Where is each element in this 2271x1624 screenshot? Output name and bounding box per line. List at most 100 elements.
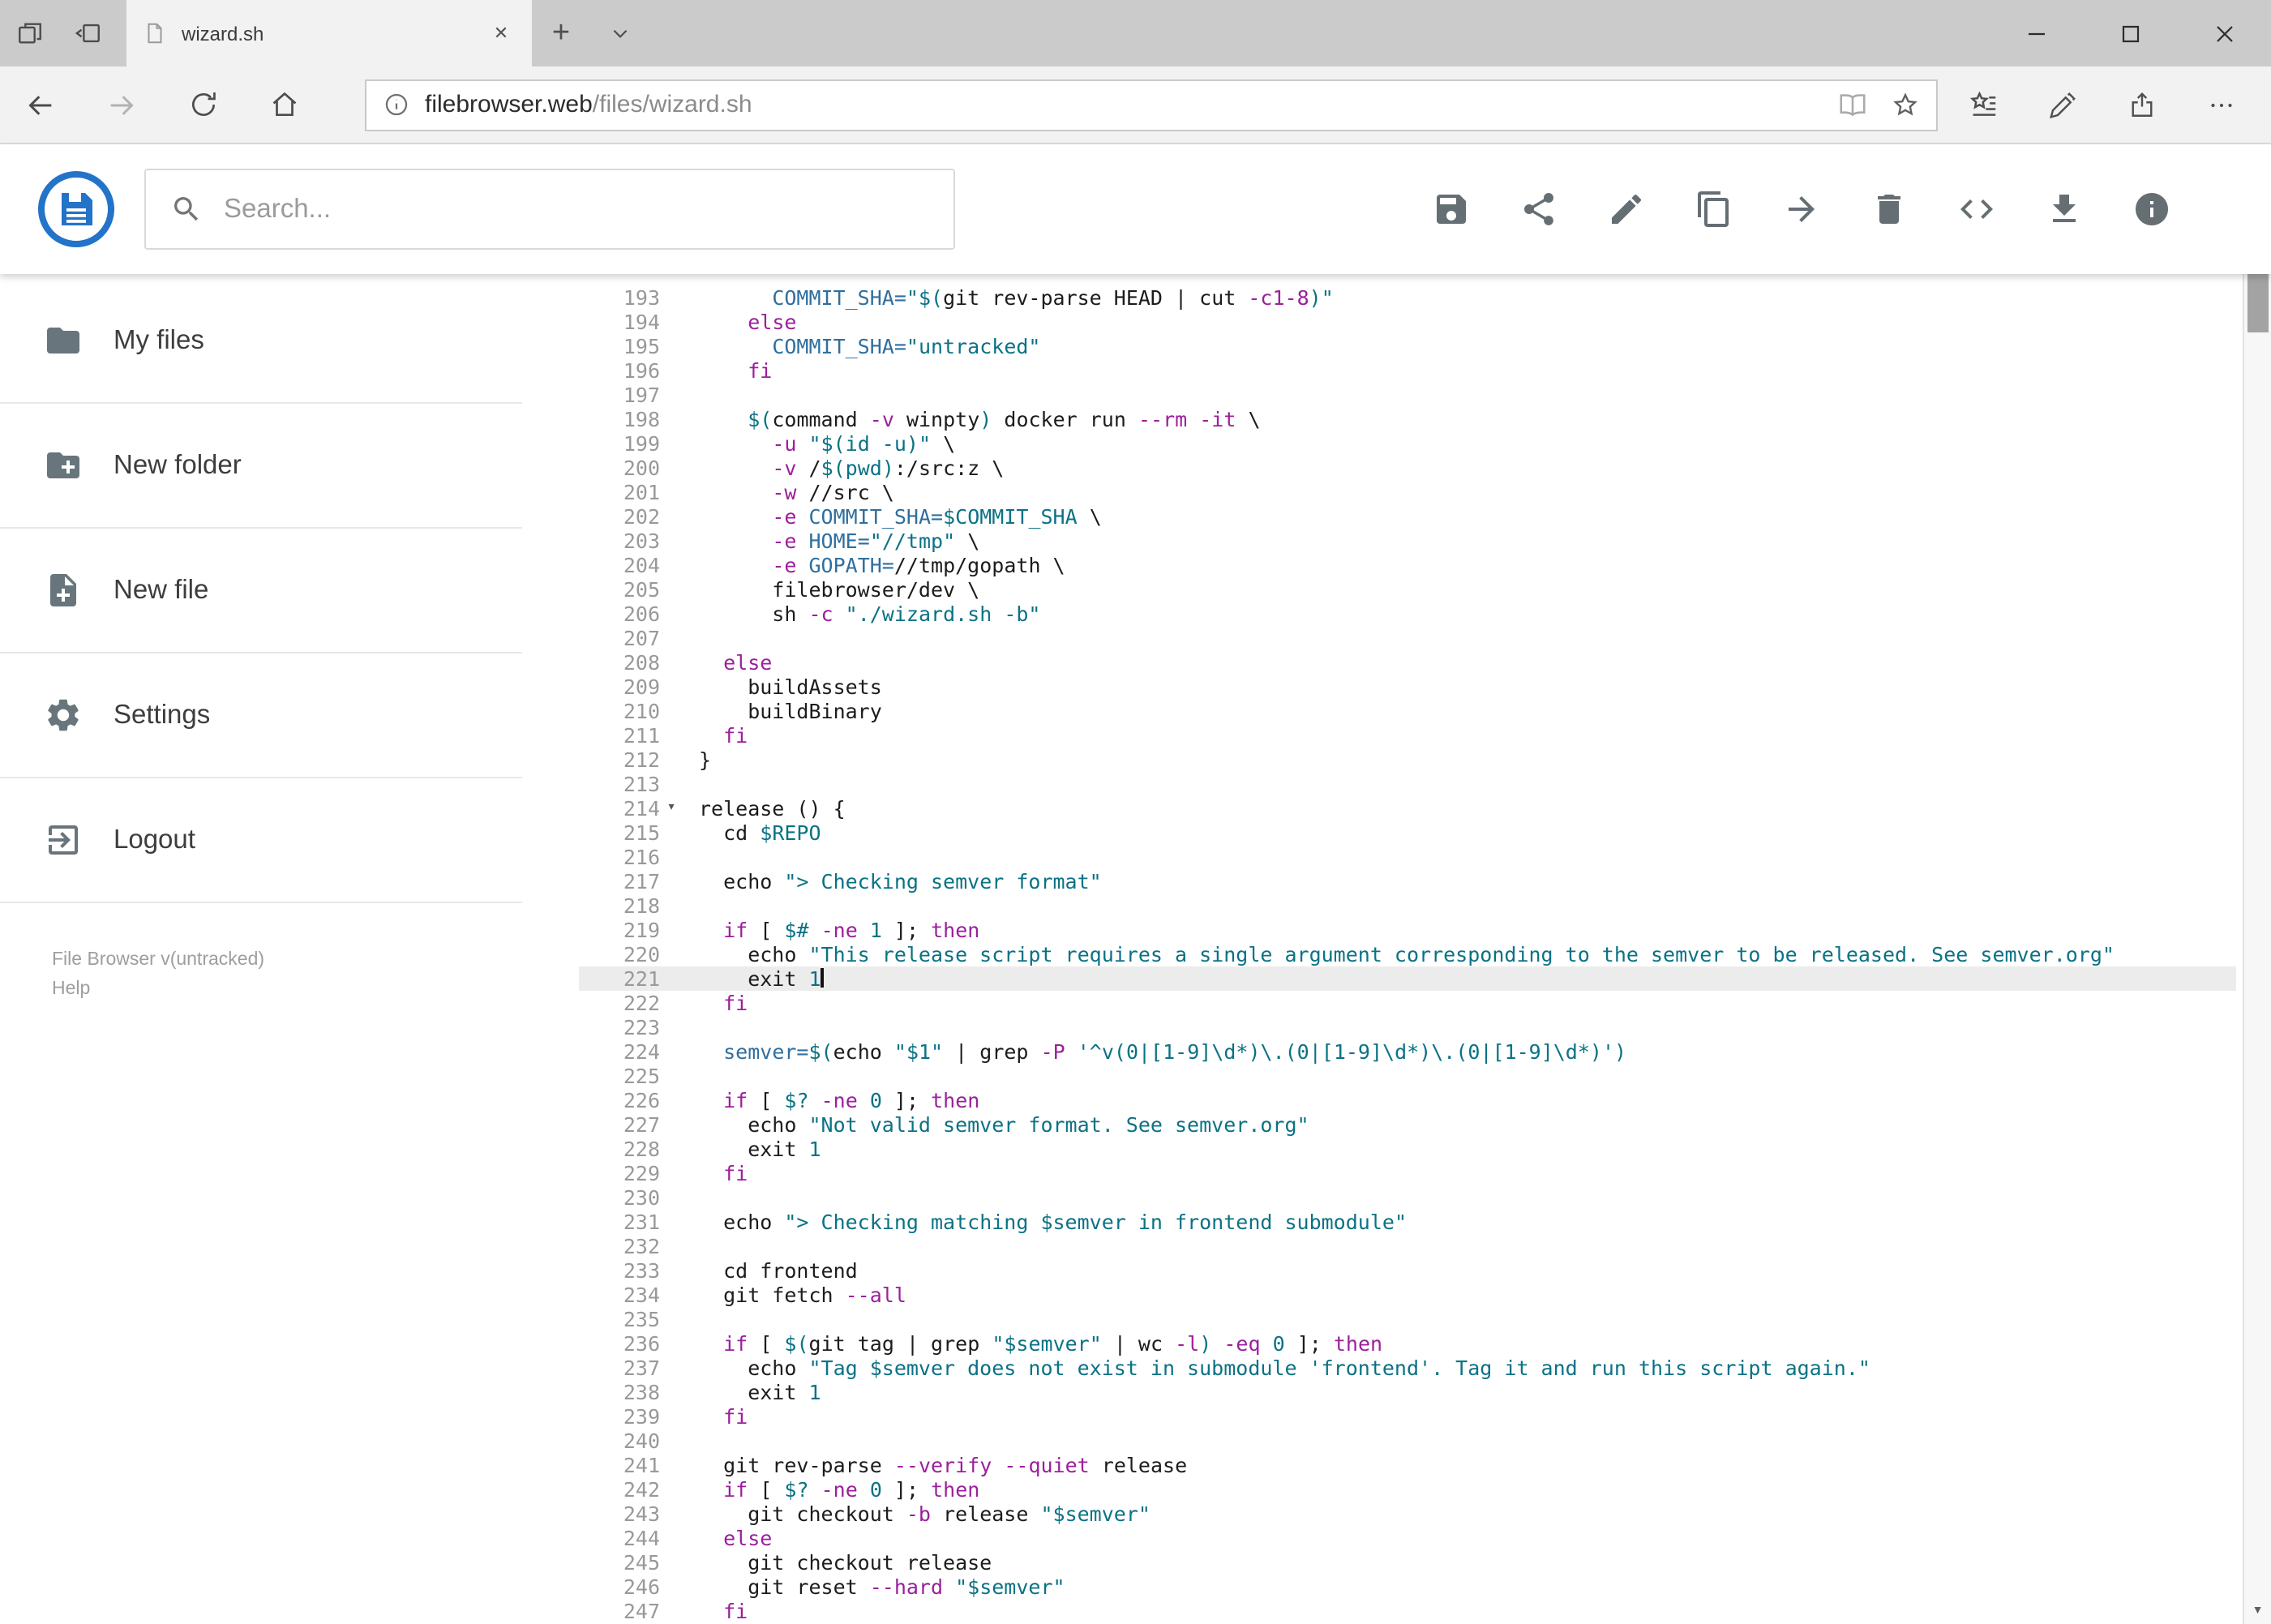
code-line[interactable]: 226 if [ $? -ne 0 ]; then xyxy=(579,1088,2235,1112)
share-button[interactable] xyxy=(2102,66,2182,144)
code-text: -e COMMIT_SHA=$COMMIT_SHA \ xyxy=(772,504,1102,529)
code-line[interactable]: 207 xyxy=(579,626,2235,650)
code-line[interactable]: 229 fi xyxy=(579,1161,2235,1185)
tab-close-icon[interactable]: ✕ xyxy=(486,23,516,44)
search-input[interactable] xyxy=(224,194,929,225)
code-line[interactable]: 231 echo "> Checking matching $semver in… xyxy=(579,1210,2235,1234)
code-line[interactable]: 241 git rev-parse --verify --quiet relea… xyxy=(579,1453,2235,1477)
code-line[interactable]: 221 exit 1 xyxy=(579,966,2235,991)
code-line[interactable]: 227 echo "Not valid semver format. See s… xyxy=(579,1112,2235,1137)
code-line[interactable]: 240 xyxy=(579,1429,2235,1453)
raw-code-button[interactable] xyxy=(1932,144,2020,274)
copy-button[interactable] xyxy=(1669,144,1757,274)
code-line[interactable]: 205 filebrowser/dev \ xyxy=(579,577,2235,602)
code-line[interactable]: 239 fi xyxy=(579,1404,2235,1429)
code-line[interactable]: 195 COMMIT_SHA="untracked" xyxy=(579,334,2235,358)
code-line[interactable]: 246 git reset --hard "$semver" xyxy=(579,1575,2235,1599)
home-button[interactable] xyxy=(243,66,324,144)
forward-button[interactable] xyxy=(81,66,162,144)
code-line[interactable]: 209 buildAssets xyxy=(579,675,2235,699)
code-line[interactable]: 201 -w //src \ xyxy=(579,480,2235,504)
code-line[interactable]: 219 if [ $# -ne 1 ]; then xyxy=(579,918,2235,942)
code-line[interactable]: 194 else xyxy=(579,310,2235,334)
code-line[interactable]: 218 xyxy=(579,893,2235,918)
hub-button[interactable] xyxy=(1943,66,2023,144)
favorite-star-icon[interactable] xyxy=(1891,90,1920,119)
edit-button[interactable] xyxy=(1582,144,1669,274)
reading-view-icon[interactable] xyxy=(1837,89,1868,120)
code-line[interactable]: 233 cd frontend xyxy=(579,1258,2235,1283)
code-line[interactable]: 232 xyxy=(579,1234,2235,1258)
code-line[interactable]: 230 xyxy=(579,1185,2235,1210)
back-button[interactable] xyxy=(0,66,81,144)
download-button[interactable] xyxy=(2020,144,2107,274)
delete-button[interactable] xyxy=(1845,144,1932,274)
maximize-button[interactable] xyxy=(2083,0,2177,66)
vertical-scrollbar[interactable]: ▲ ▼ xyxy=(2243,144,2271,1624)
fold-arrow-icon[interactable]: ▾ xyxy=(660,796,683,821)
browser-tab[interactable]: wizard.sh ✕ xyxy=(126,0,532,66)
refresh-button[interactable] xyxy=(162,66,243,144)
sidebar-item-my-files[interactable]: My files xyxy=(0,279,522,404)
code-line[interactable]: 212} xyxy=(579,748,2235,772)
code-line[interactable]: 213 xyxy=(579,772,2235,796)
code-line[interactable]: 235 xyxy=(579,1307,2235,1331)
sidebar-item-new-folder[interactable]: New folder xyxy=(0,404,522,529)
code-line[interactable]: 247 fi xyxy=(579,1599,2235,1623)
code-line[interactable]: 224 semver=$(echo "$1" | grep -P '^v(0|[… xyxy=(579,1039,2235,1064)
code-line[interactable]: 198 $(command -v winpty) docker run --rm… xyxy=(579,407,2235,431)
code-line[interactable]: 222 fi xyxy=(579,991,2235,1015)
filebrowser-logo[interactable] xyxy=(37,170,115,248)
search-box[interactable] xyxy=(144,169,955,250)
scroll-down-icon[interactable]: ▼ xyxy=(2244,1596,2271,1624)
code-line[interactable]: 199 -u "$(id -u)" \ xyxy=(579,431,2235,456)
tab-list-chevron-button[interactable] xyxy=(590,0,649,66)
save-button[interactable] xyxy=(1407,144,1494,274)
code-line[interactable]: 216 xyxy=(579,845,2235,869)
code-line[interactable]: 202 -e COMMIT_SHA=$COMMIT_SHA \ xyxy=(579,504,2235,529)
code-line[interactable]: 234 git fetch --all xyxy=(579,1283,2235,1307)
code-line[interactable]: 203 -e HOME="//tmp" \ xyxy=(579,529,2235,553)
move-button[interactable] xyxy=(1757,144,1845,274)
close-button[interactable] xyxy=(2177,0,2271,66)
code-line[interactable]: 223 xyxy=(579,1015,2235,1039)
code-line[interactable]: 236 if [ $(git tag | grep "$semver" | wc… xyxy=(579,1331,2235,1356)
code-line[interactable]: 244 else xyxy=(579,1526,2235,1550)
code-line[interactable]: 228 exit 1 xyxy=(579,1137,2235,1161)
code-line[interactable]: 238 exit 1 xyxy=(579,1380,2235,1404)
sidebar-item-new-file[interactable]: New file xyxy=(0,529,522,653)
code-line[interactable]: 204 -e GOPATH=//tmp/gopath \ xyxy=(579,553,2235,577)
code-line[interactable]: 211 fi xyxy=(579,723,2235,748)
share-file-button[interactable] xyxy=(1494,144,1582,274)
code-line[interactable]: 210 buildBinary xyxy=(579,699,2235,723)
code-line[interactable]: 242 if [ $? -ne 0 ]; then xyxy=(579,1477,2235,1502)
sidebar-item-logout[interactable]: Logout xyxy=(0,778,522,903)
code-line[interactable]: 237 echo "Tag $semver does not exist in … xyxy=(579,1356,2235,1380)
sidebar-item-settings[interactable]: Settings xyxy=(0,653,522,778)
site-info-icon[interactable] xyxy=(383,91,410,118)
code-line[interactable]: 206 sh -c "./wizard.sh -b" xyxy=(579,602,2235,626)
code-line[interactable]: 197 xyxy=(579,383,2235,407)
code-line[interactable]: 214 ▾ release () { xyxy=(579,796,2235,821)
code-line[interactable]: 208 else xyxy=(579,650,2235,675)
info-button[interactable] xyxy=(2107,144,2195,274)
code-line[interactable]: 243 git checkout -b release "$semver" xyxy=(579,1502,2235,1526)
code-line[interactable]: 217 echo "> Checking semver format" xyxy=(579,869,2235,893)
code-line[interactable]: 193 COMMIT_SHA="$(git rev-parse HEAD | c… xyxy=(579,285,2235,310)
tabs-aside-list-button[interactable] xyxy=(0,0,58,66)
code-line[interactable]: 225 xyxy=(579,1064,2235,1088)
help-link[interactable]: Help xyxy=(52,975,522,1005)
code-line[interactable]: 215 cd $REPO xyxy=(579,821,2235,845)
web-note-button[interactable] xyxy=(2023,66,2102,144)
code-line[interactable]: 200 -v /$(pwd):/src:z \ xyxy=(579,456,2235,480)
code-editor[interactable]: 193 COMMIT_SHA="$(git rev-parse HEAD | c… xyxy=(579,274,2235,1624)
line-number: 245 xyxy=(623,1550,660,1575)
minimize-button[interactable] xyxy=(1989,0,2083,66)
code-line[interactable]: 245 git checkout release xyxy=(579,1550,2235,1575)
new-tab-button[interactable]: + xyxy=(532,0,590,66)
address-bar[interactable]: filebrowser.web/files/wizard.sh xyxy=(365,79,1938,131)
more-button[interactable] xyxy=(2182,66,2261,144)
code-line[interactable]: 196 fi xyxy=(579,358,2235,383)
code-line[interactable]: 220 echo "This release script requires a… xyxy=(579,942,2235,966)
set-tabs-aside-button[interactable] xyxy=(58,0,117,66)
